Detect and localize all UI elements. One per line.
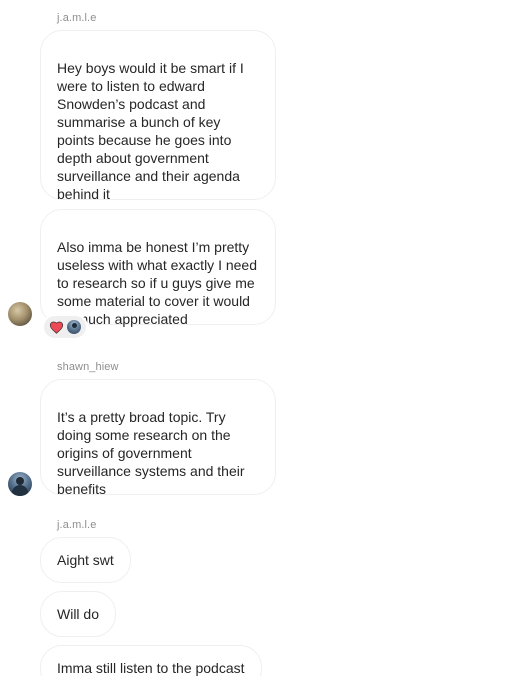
message-bubble[interactable]: Will do	[40, 591, 117, 637]
sender-name: j.a.m.l.e	[57, 519, 97, 531]
heart-icon	[49, 321, 64, 334]
sender-name: shawn_hiew	[57, 361, 119, 373]
message-text: Hey boys would it be smart if I were to …	[57, 60, 244, 202]
avatar[interactable]	[8, 302, 32, 326]
reactor-avatar	[67, 320, 81, 334]
message-text: Aight swt	[57, 552, 114, 568]
reactions-pill[interactable]	[42, 314, 88, 340]
sender-name: j.a.m.l.e	[57, 12, 97, 24]
message-bubble[interactable]: Hey boys would it be smart if I were to …	[40, 30, 276, 202]
message-bubble[interactable]: Aight swt	[40, 537, 131, 583]
message-text: Imma still listen to the podcast	[57, 660, 245, 676]
message-bubble[interactable]: Also imma be honest I’m pretty useless w…	[40, 209, 276, 327]
avatar[interactable]	[8, 472, 32, 496]
message-text: Will do	[57, 606, 100, 622]
message-bubble[interactable]: It’s a pretty broad topic. Try doing som…	[40, 379, 276, 497]
message-thread: j.a.m.l.e Hey boys would it be smart if …	[0, 0, 531, 676]
message-text: It’s a pretty broad topic. Try doing som…	[57, 409, 245, 497]
message-bubble[interactable]: Imma still listen to the podcast	[40, 645, 262, 676]
message-text: Also imma be honest I’m pretty useless w…	[57, 239, 257, 327]
